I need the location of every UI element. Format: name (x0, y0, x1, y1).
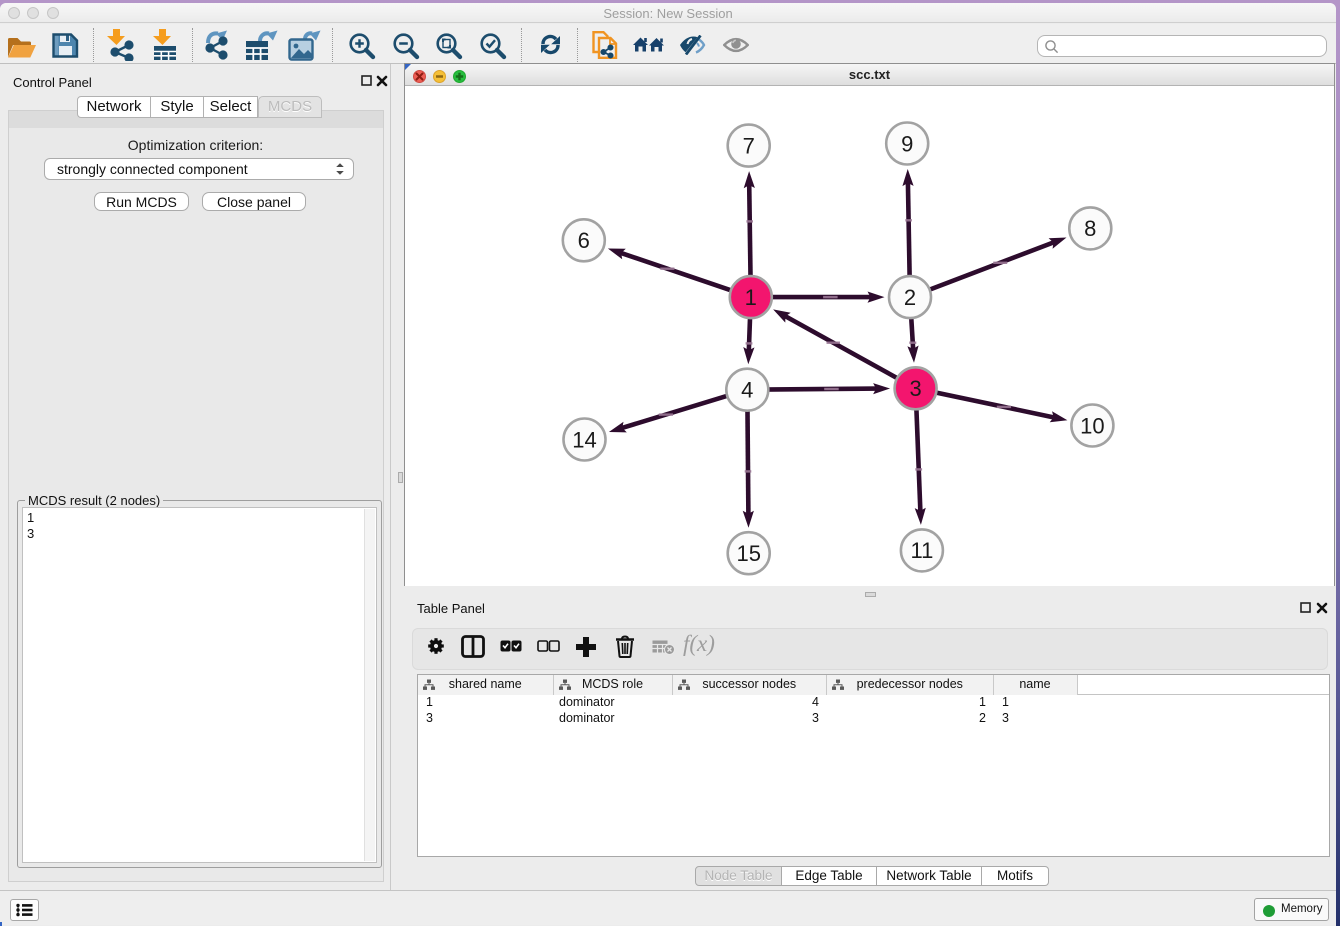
svg-text:10: 10 (1080, 413, 1104, 438)
svg-text:9: 9 (901, 131, 913, 156)
svg-text:2: 2 (904, 285, 916, 310)
svg-text:8: 8 (1084, 216, 1096, 241)
svg-text:1: 1 (745, 285, 757, 310)
svg-text:14: 14 (572, 427, 596, 452)
svg-text:3: 3 (909, 376, 921, 401)
svg-text:15: 15 (736, 541, 760, 566)
svg-text:7: 7 (743, 133, 755, 158)
svg-text:6: 6 (578, 228, 590, 253)
svg-text:4: 4 (741, 378, 753, 403)
svg-text:11: 11 (910, 538, 933, 563)
